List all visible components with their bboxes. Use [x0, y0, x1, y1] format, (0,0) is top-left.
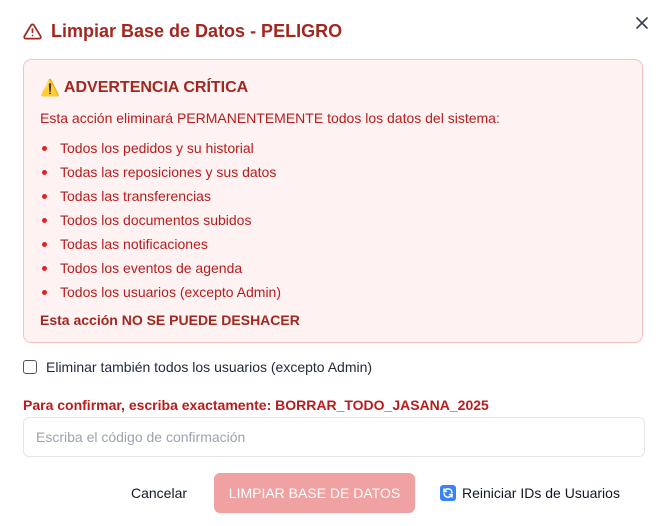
- close-button[interactable]: [632, 13, 652, 33]
- dialog-header: Limpiar Base de Datos - PELIGRO: [23, 21, 342, 42]
- confirmation-label: Para confirmar, escriba exactamente: BOR…: [23, 397, 489, 413]
- critical-warning-box: ⚠️ ADVERTENCIA CRÍTICA Esta acción elimi…: [23, 59, 643, 343]
- list-item: Todas las notificaciones: [40, 232, 626, 256]
- delete-users-checkbox[interactable]: [23, 360, 37, 374]
- warning-intro: Esta acción eliminará PERMANENTEMENTE to…: [40, 110, 500, 126]
- delete-users-label: Eliminar también todos los usuarios (exc…: [46, 359, 373, 375]
- list-item: Todas las reposiciones y sus datos: [40, 160, 626, 184]
- clean-database-button[interactable]: LIMPIAR BASE DE DATOS: [214, 473, 415, 513]
- data-to-delete-list: Todos los pedidos y su historial Todas l…: [40, 136, 626, 304]
- list-item: Todos los usuarios (excepto Admin): [40, 280, 626, 304]
- warning-heading: ⚠️ ADVERTENCIA CRÍTICA: [40, 78, 626, 98]
- list-item: Todos los documentos subidos: [40, 208, 626, 232]
- list-item: Todos los pedidos y su historial: [40, 136, 626, 160]
- clean-database-dialog: Limpiar Base de Datos - PELIGRO ⚠️ ADVER…: [0, 0, 669, 526]
- list-item: Todas las transferencias: [40, 184, 626, 208]
- warning-emoji-icon: ⚠️: [40, 80, 60, 97]
- irreversible-notice: Esta acción NO SE PUEDE DESHACER: [40, 312, 300, 328]
- delete-users-option[interactable]: Eliminar también todos los usuarios (exc…: [23, 359, 372, 375]
- refresh-icon: [440, 485, 456, 501]
- confirmation-code-input[interactable]: [23, 417, 645, 457]
- reset-user-ids-button[interactable]: Reiniciar IDs de Usuarios: [430, 473, 630, 513]
- reset-user-ids-label: Reiniciar IDs de Usuarios: [462, 485, 620, 501]
- list-item: Todos los eventos de agenda: [40, 256, 626, 280]
- dialog-title: Limpiar Base de Datos - PELIGRO: [51, 21, 343, 41]
- warning-heading-text: ADVERTENCIA CRÍTICA: [63, 79, 249, 96]
- close-icon: [636, 17, 648, 29]
- cancel-button[interactable]: Cancelar: [118, 473, 200, 513]
- warning-triangle-icon: [23, 22, 42, 41]
